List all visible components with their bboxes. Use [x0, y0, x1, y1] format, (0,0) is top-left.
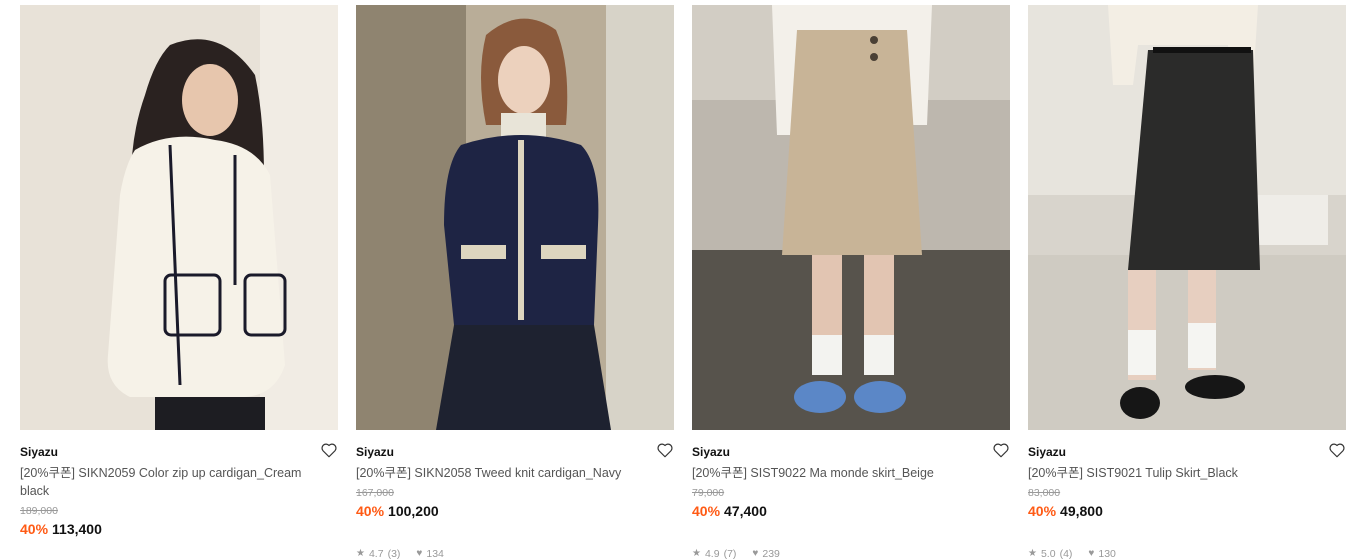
- heart-filled-icon: ♥: [752, 548, 759, 559]
- heart-filled-icon: ♥: [416, 548, 423, 559]
- product-title[interactable]: [20%쿠폰] SIKN2058 Tweed knit cardigan_Nav…: [356, 464, 656, 482]
- brand-name[interactable]: Siyazu: [20, 444, 338, 460]
- original-price: 83,000: [1028, 487, 1061, 499]
- discount-rate: 40%: [356, 503, 385, 519]
- original-price: 189,000: [20, 505, 58, 517]
- product-photo-cream-cardigan: [20, 5, 338, 430]
- discount-rate: 40%: [1028, 503, 1057, 519]
- review-count: (7): [723, 548, 737, 560]
- heart-icon[interactable]: [320, 441, 338, 459]
- review-count: (3): [387, 548, 401, 560]
- rating: 4.7: [368, 548, 384, 560]
- like-count: 239: [762, 548, 780, 560]
- product-photo-navy-cardigan: [356, 5, 674, 430]
- sale-price: 49,800: [1060, 503, 1103, 519]
- product-photo-black-skirt: [1028, 5, 1346, 430]
- product-image[interactable]: [356, 5, 674, 430]
- product-card[interactable]: Siyazu [20%쿠폰] SIKN2059 Color zip up car…: [20, 5, 338, 538]
- sale-price: 100,200: [388, 503, 439, 519]
- product-title[interactable]: [20%쿠폰] SIST9022 Ma monde skirt_Beige: [692, 464, 992, 482]
- original-price: 79,000: [692, 487, 725, 499]
- product-card[interactable]: Siyazu [20%쿠폰] SIST9022 Ma monde skirt_B…: [692, 5, 1010, 560]
- review-meta: ★ 5.0 (4) ♥ 130: [1028, 548, 1346, 560]
- product-image[interactable]: [692, 5, 1010, 430]
- star-icon: ★: [692, 548, 701, 559]
- product-title[interactable]: [20%쿠폰] SIKN2059 Color zip up cardigan_C…: [20, 464, 320, 500]
- original-price: 167,000: [356, 487, 394, 499]
- heart-icon[interactable]: [1328, 441, 1346, 459]
- brand-name[interactable]: Siyazu: [692, 444, 1010, 460]
- rating: 5.0: [1040, 548, 1056, 560]
- product-photo-beige-skirt: [692, 5, 1010, 430]
- review-meta: ★ 4.9 (7) ♥ 239: [692, 548, 1010, 560]
- sale-price: 113,400: [52, 521, 102, 537]
- heart-filled-icon: ♥: [1088, 548, 1095, 559]
- star-icon: ★: [1028, 548, 1037, 559]
- product-image[interactable]: [1028, 5, 1346, 430]
- product-image[interactable]: [20, 5, 338, 430]
- price-row: 40% 100,200: [356, 502, 674, 520]
- price-row: 40% 47,400: [692, 502, 1010, 520]
- price-row: 40% 49,800: [1028, 502, 1346, 520]
- like-count: 134: [426, 548, 444, 560]
- heart-icon[interactable]: [992, 441, 1010, 459]
- review-meta: ★ 4.7 (3) ♥ 134: [356, 548, 674, 560]
- brand-name[interactable]: Siyazu: [1028, 444, 1346, 460]
- rating: 4.9: [704, 548, 720, 560]
- price-row: 40% 113,400: [20, 520, 338, 538]
- sale-price: 47,400: [724, 503, 767, 519]
- product-card[interactable]: Siyazu [20%쿠폰] SIKN2058 Tweed knit cardi…: [356, 5, 674, 560]
- product-card[interactable]: Siyazu [20%쿠폰] SIST9021 Tulip Skirt_Blac…: [1028, 5, 1346, 560]
- star-icon: ★: [356, 548, 365, 559]
- brand-name[interactable]: Siyazu: [356, 444, 674, 460]
- product-title[interactable]: [20%쿠폰] SIST9021 Tulip Skirt_Black: [1028, 464, 1328, 482]
- review-count: (4): [1059, 548, 1073, 560]
- discount-rate: 40%: [20, 521, 49, 537]
- heart-icon[interactable]: [656, 441, 674, 459]
- like-count: 130: [1098, 548, 1116, 560]
- discount-rate: 40%: [692, 503, 721, 519]
